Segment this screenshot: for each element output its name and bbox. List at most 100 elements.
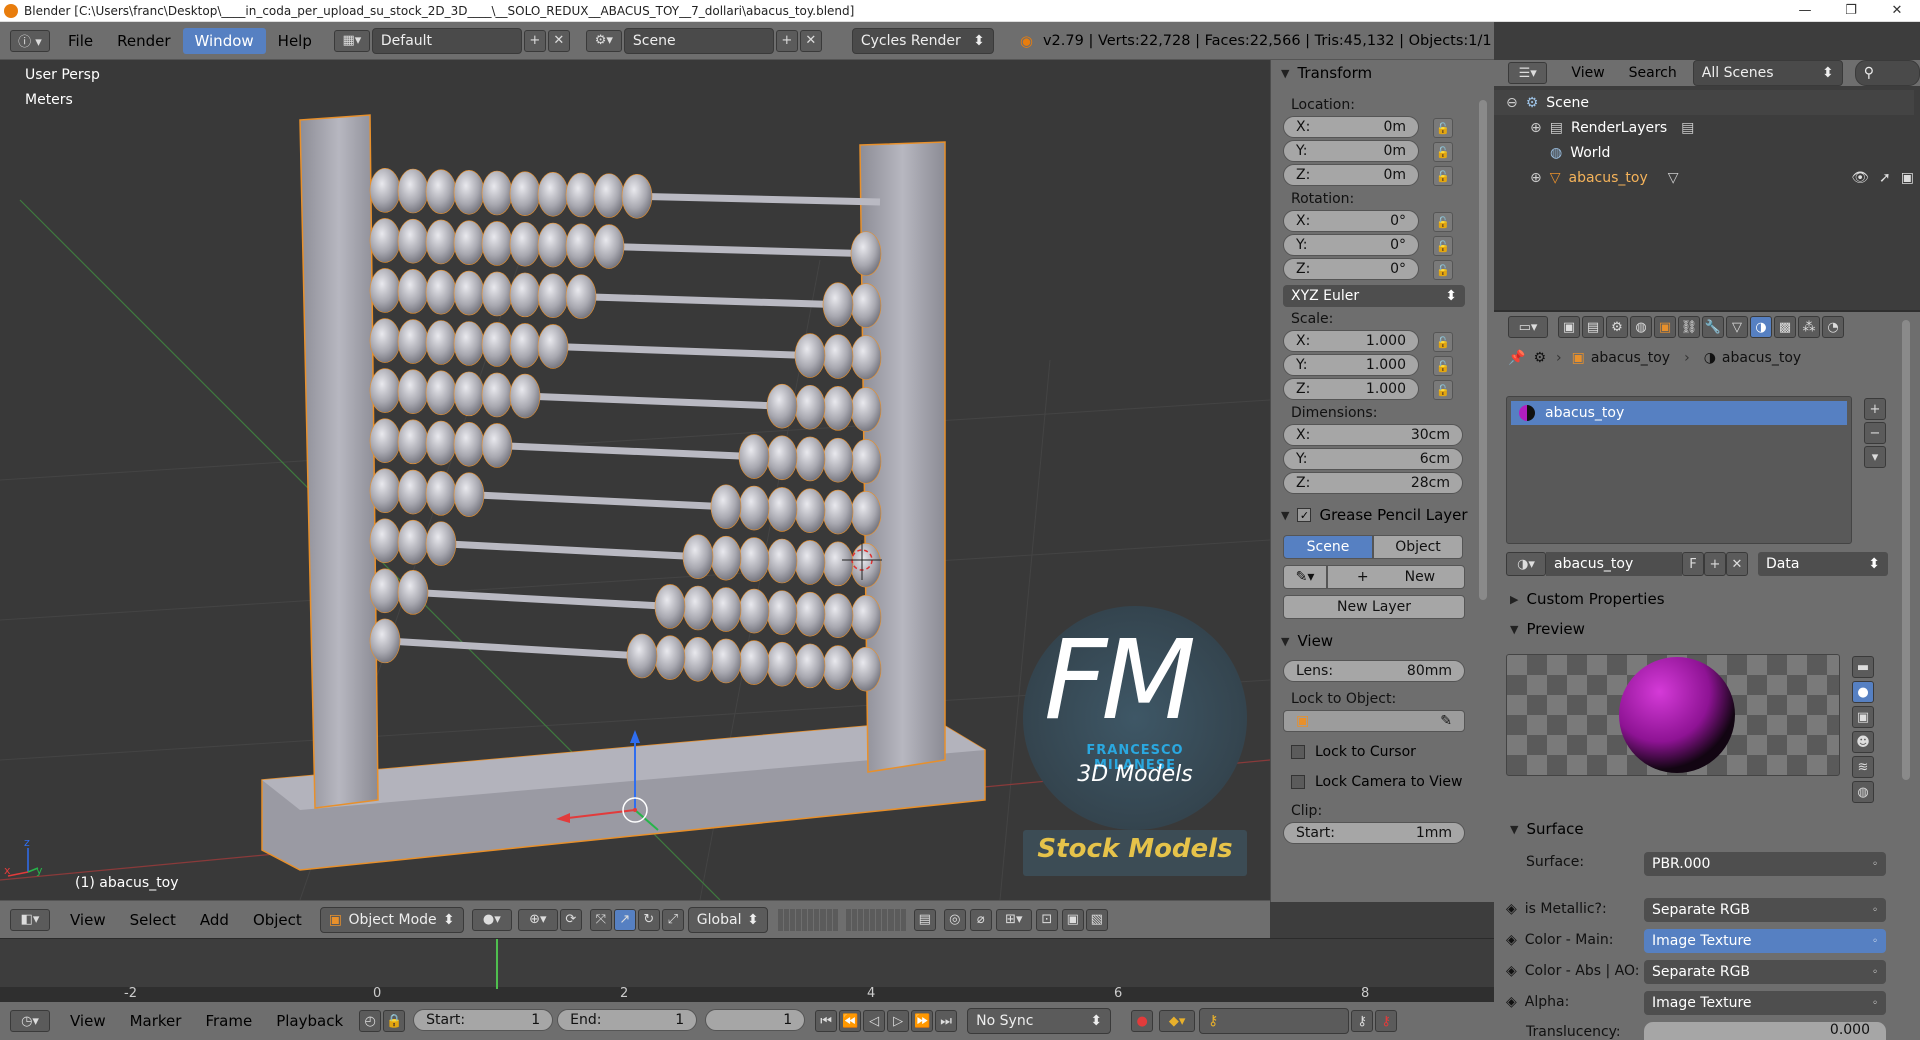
lock-to-cursor-row[interactable]: Lock to Cursor [1271,740,1494,764]
location-y-field[interactable]: Y: 0m [1283,140,1419,162]
data-tab-icon[interactable]: ▽ [1726,316,1748,338]
opengl-render-icon[interactable]: ▣ [1061,908,1084,931]
location-z-field[interactable]: Z: 0m [1283,164,1419,186]
modifiers-tab-icon[interactable]: 🔧 [1702,316,1724,338]
renderlayers-tab-icon[interactable]: ▤ [1582,316,1604,338]
remove-layout-icon[interactable]: ✕ [547,29,570,52]
lock-icon[interactable]: 🔓 [1433,380,1453,400]
end-frame-field[interactable]: End: 1 [557,1009,698,1031]
active-keying-set[interactable]: ⚷ [1199,1008,1350,1034]
timeline-area[interactable]: -2 0 2 4 6 8 [0,938,1494,1003]
vp-menu-select[interactable]: Select [118,907,188,933]
dimensions-y-field[interactable]: Y: 6cm [1283,448,1463,470]
layer-lock-icon[interactable]: ▤ [913,908,936,931]
transform-manipulator-icon[interactable]: ⤧ [589,908,612,931]
lock-icon[interactable]: 🔓 [1433,166,1453,186]
menu-window[interactable]: Window [182,27,266,54]
menu-render[interactable]: Render [105,28,182,54]
add-layout-icon[interactable]: + [523,29,546,52]
outliner-row-world[interactable]: ◍ World [1494,140,1914,165]
snap-element-icon[interactable]: ⊞▾ [995,908,1032,931]
gp-scene-tab[interactable]: Scene [1283,535,1373,559]
new-material-icon[interactable]: + [1704,552,1726,576]
texture-tab-icon[interactable]: ▩ [1774,316,1796,338]
preview-panel-header[interactable]: ▼ Preview [1500,616,1880,642]
tl-menu-marker[interactable]: Marker [118,1008,194,1034]
lock-icon[interactable]: 🔓 [1433,356,1453,376]
input-color-main-field[interactable]: Image Texture ◦ [1644,929,1886,953]
tl-menu-view[interactable]: View [58,1008,118,1034]
keying-set-icon[interactable]: ◆▾ [1159,1010,1196,1032]
scale-z-field[interactable]: Z: 1.000 [1283,378,1419,400]
select-arrow-icon[interactable]: ➚ [1879,170,1891,186]
preview-cube-icon[interactable]: ▣ [1852,706,1874,728]
add-material-slot-icon[interactable]: + [1864,398,1886,420]
fake-user-toggle[interactable]: F [1682,552,1704,576]
rotate-manipulator-icon[interactable]: ↻ [637,908,660,931]
preview-sphere-icon[interactable]: ● [1852,681,1874,703]
breadcrumb-object[interactable]: abacus_toy [1591,350,1670,366]
input-metallic-field[interactable]: Separate RGB ◦ [1644,898,1886,922]
menu-help[interactable]: Help [266,28,324,54]
outliner-display-mode[interactable]: All Scenes ⬍ [1692,60,1843,86]
lock-icon[interactable]: 🔓 [1433,142,1453,162]
breadcrumb-material[interactable]: abacus_toy [1722,350,1801,366]
npanel-scrollbar[interactable] [1479,100,1487,600]
vp-menu-object[interactable]: Object [241,907,314,933]
insert-keyframe-icon[interactable]: ⚷ [1351,1010,1374,1032]
mode-selector[interactable]: ▣ Object Mode ⬍ [319,906,464,933]
rotation-mode-selector[interactable]: XYZ Euler ⬍ [1283,285,1465,307]
minimize-button[interactable]: — [1782,3,1828,18]
tl-menu-frame[interactable]: Frame [193,1008,264,1034]
particles-tab-icon[interactable]: ⁂ [1798,316,1820,338]
gp-new-layer-button[interactable]: New Layer [1283,595,1465,619]
world-tab-icon[interactable]: ◍ [1630,316,1652,338]
editor-type-properties-icon[interactable]: ▭▾ [1508,316,1548,338]
current-frame-field[interactable]: 1 [705,1009,806,1031]
scene-selector[interactable]: Scene [623,27,774,54]
jump-next-key-icon[interactable]: ⏩ [911,1010,934,1032]
lock-to-cursor-checkbox[interactable] [1291,745,1305,759]
current-frame-marker[interactable] [496,939,498,989]
lock-icon[interactable]: 🔓 [1433,118,1453,138]
editor-type-timeline-icon[interactable]: ◷▾ [10,1010,50,1032]
maximize-button[interactable]: ❐ [1828,3,1874,18]
lock-icon[interactable]: 🔓 [1433,260,1453,280]
translucency-field[interactable]: 0.000 [1644,1022,1886,1040]
grease-pencil-checkbox[interactable]: ✓ [1297,508,1312,522]
dimensions-z-field[interactable]: Z: 28cm [1283,472,1463,494]
outliner-menu-view[interactable]: View [1559,60,1616,86]
lock-icon[interactable]: 🔓 [1433,332,1453,352]
snap-toggle-icon[interactable]: ⌀ [969,908,992,931]
pivot-point-icon[interactable]: ⊕▾ [517,908,558,931]
gp-pencil-icon[interactable]: ✎▾ [1283,565,1327,589]
editor-type-info-icon[interactable]: ⓘ ▾ [10,29,50,52]
constraints-tab-icon[interactable]: ⛓ [1678,316,1700,338]
viewport-shading-icon[interactable]: ●▾ [471,908,512,931]
lock-icon[interactable]: 🔓 [1433,212,1453,232]
opengl-animation-icon[interactable]: ▧ [1085,908,1108,931]
input-color-abs-field[interactable]: Separate RGB ◦ [1644,960,1886,984]
rotation-x-field[interactable]: X: 0° [1283,210,1419,232]
vp-menu-view[interactable]: View [58,907,118,933]
grease-pencil-panel-header[interactable]: ▼ ✓ Grease Pencil Layer [1271,502,1494,528]
layer-buttons-2[interactable] [845,908,906,931]
layout-selector[interactable]: Default [371,27,522,54]
physics-tab-icon[interactable]: ◔ [1822,316,1844,338]
play-reverse-icon[interactable]: ◁ [863,1010,886,1032]
material-browse-icon[interactable]: ◑▾ [1506,552,1546,576]
transform-panel-header[interactable]: ▼ Transform [1271,60,1494,86]
lock-camera-row[interactable]: Lock Camera to View [1271,770,1494,794]
render-engine-selector[interactable]: Cycles Render ⬍ [851,27,994,54]
preview-range-icon[interactable]: ◴ [359,1010,382,1032]
location-x-field[interactable]: X: 0m [1283,116,1419,138]
layer-buttons-1[interactable] [777,908,838,931]
auto-keying-icon[interactable]: ● [1131,1010,1154,1032]
outliner-row-abacus-toy[interactable]: ⊕ ▽ abacus_toy ▽ 👁 ➚ ▣ [1494,165,1914,190]
jump-end-icon[interactable]: ⏭ [935,1010,958,1032]
material-tab-icon[interactable]: ◑ [1750,316,1772,338]
scene-icon[interactable]: ⚙▾ [585,29,622,52]
3d-viewport[interactable]: User Persp Meters (1) abacus_toy z x y F… [0,60,1270,900]
screen-layout-icon[interactable]: ▦▾ [333,29,370,52]
view-panel-header[interactable]: ▼ View [1271,628,1494,654]
